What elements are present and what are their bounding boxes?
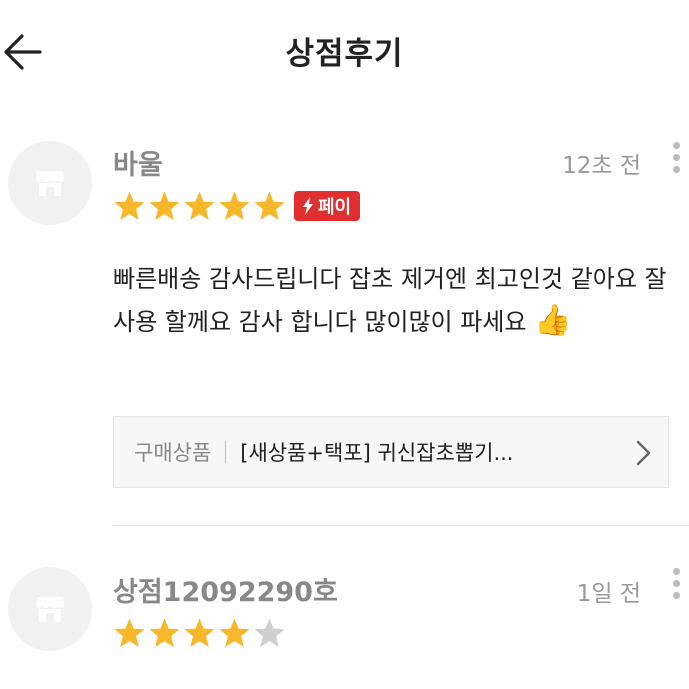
shop-icon — [36, 171, 64, 196]
reviewer-name[interactable]: 상점12092290호 — [113, 570, 338, 609]
page-title: 상점후기 — [285, 36, 404, 72]
star-icon — [184, 618, 215, 647]
more-vertical-icon — [666, 142, 686, 173]
star-icon — [114, 191, 145, 220]
review-text: 빠른배송 감사드립니다 잡초 제거엔 최고인것 같아요 잘 사용 할께요 감사 … — [113, 258, 673, 343]
chevron-right-icon — [636, 440, 651, 466]
purchased-product-link[interactable]: 구매상품 [새상품+택포] 귀신잡초뽑기... — [113, 416, 669, 488]
star-icon — [114, 618, 145, 647]
product-label: 구매상품 — [134, 441, 212, 465]
star-icon — [219, 191, 250, 220]
pay-badge-label: 페이 — [318, 197, 352, 218]
product-name: [새상품+택포] 귀신잡초뽑기... — [240, 441, 514, 465]
review-time: 12초 전 — [562, 153, 641, 179]
star-icon — [149, 618, 180, 647]
divider — [225, 441, 227, 463]
star-icon — [184, 191, 215, 220]
divider — [113, 525, 689, 526]
avatar[interactable] — [8, 141, 92, 225]
star-icon — [254, 618, 285, 647]
star-icon — [254, 191, 285, 220]
more-options-button[interactable] — [666, 142, 686, 182]
header: 상점후기 — [0, 0, 689, 100]
pay-badge: 페이 — [294, 191, 361, 221]
review-time: 1일 전 — [576, 581, 641, 607]
star-icon — [149, 191, 180, 220]
star-rating — [113, 190, 286, 223]
lightning-icon — [303, 197, 313, 215]
thumbs-up-emoji: 👍 — [534, 303, 572, 338]
shop-icon — [36, 597, 64, 622]
review-text-content: 빠른배송 감사드립니다 잡초 제거엔 최고인것 같아요 잘 사용 할께요 감사 … — [113, 265, 667, 336]
more-options-button[interactable] — [666, 568, 686, 608]
star-icon — [219, 618, 250, 647]
more-vertical-icon — [666, 568, 686, 599]
avatar[interactable] — [8, 567, 92, 651]
reviewer-name[interactable]: 바울 — [113, 143, 163, 182]
star-rating — [113, 617, 286, 650]
